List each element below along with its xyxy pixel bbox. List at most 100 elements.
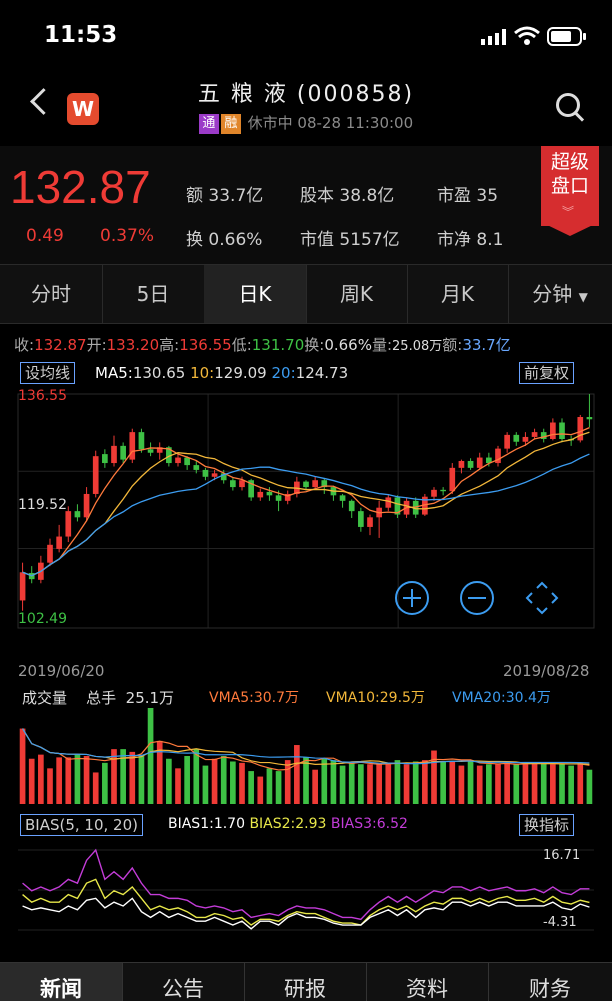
volume-bar — [294, 745, 300, 804]
volume-bar — [312, 769, 318, 804]
volume-bar — [449, 761, 456, 804]
candle — [504, 434, 510, 449]
volume-bar — [550, 764, 556, 804]
candle — [202, 469, 209, 477]
nav-finance[interactable]: 财务 — [488, 963, 612, 1001]
chart-frame — [17, 393, 595, 629]
volume-bar — [284, 760, 291, 804]
candle — [19, 572, 26, 601]
volume-bar — [348, 762, 355, 804]
volume-bar — [202, 765, 209, 804]
volume-bar — [193, 749, 200, 804]
chevron-down-icon: ︾ — [562, 205, 575, 219]
stock-subtitle: 通融 休市中 08-28 11:30:00 — [0, 112, 612, 134]
bottom-nav: 新闻 公告 研报 资料 财务 — [0, 962, 612, 1001]
end-date: 2019/08/28 — [503, 662, 590, 680]
volume-bar — [74, 754, 81, 804]
volume-bar — [486, 764, 492, 804]
volume-bar — [540, 762, 547, 804]
triangle-down-icon: ▼ — [578, 290, 588, 304]
super-line1: 超级 — [550, 151, 589, 173]
volume-bar — [321, 758, 328, 804]
volume-bar — [303, 757, 309, 804]
candle — [56, 536, 62, 549]
volume-bar — [531, 762, 538, 804]
volume-bar — [38, 754, 44, 804]
current-price: 132.87 — [10, 161, 151, 213]
volume-bar — [147, 708, 154, 804]
candlestick-chart[interactable] — [0, 384, 612, 659]
volume-bar — [102, 762, 108, 804]
candle — [83, 493, 90, 518]
zoom-in-icon[interactable] — [394, 580, 430, 620]
volume-bar — [166, 758, 172, 804]
tab-5day[interactable]: 5日 — [102, 265, 205, 323]
tab-monthly-k[interactable]: 月K — [407, 265, 509, 323]
candle — [65, 511, 72, 537]
switch-indicator-button[interactable]: 换指标 — [519, 814, 575, 836]
candle — [312, 480, 318, 488]
quote-shares: 股本 38.8亿 — [300, 186, 395, 206]
candle — [239, 480, 245, 488]
volume-bar — [111, 749, 117, 804]
volume-bar — [458, 765, 465, 804]
volume-bar — [476, 765, 483, 804]
volume-bar — [28, 758, 35, 804]
volume-bar — [129, 751, 136, 804]
volume-bar — [467, 760, 474, 804]
set-ma-button[interactable]: 设均线 — [20, 362, 76, 384]
candle — [211, 473, 218, 477]
nav-announcements[interactable]: 公告 — [122, 963, 245, 1001]
bias-button[interactable]: BIAS(5, 10, 20) — [20, 814, 143, 836]
nav-news[interactable]: 新闻 — [0, 963, 123, 1001]
volume-bar — [220, 756, 227, 804]
volume-bar — [19, 728, 26, 804]
volume-bar — [358, 764, 364, 804]
candle — [257, 491, 264, 498]
nav-profile[interactable]: 资料 — [366, 963, 489, 1001]
quote-amount: 额 33.7亿 — [186, 186, 264, 206]
candle — [230, 480, 236, 488]
candle — [586, 417, 593, 420]
volume-bar — [248, 771, 254, 804]
status-time: 11:53 — [44, 22, 118, 48]
fullscreen-icon[interactable] — [524, 580, 560, 620]
volume-bar — [211, 758, 218, 804]
vma5-label: VMA5:30.7万 — [209, 690, 300, 706]
quote-mktcap: 市值 5157亿 — [300, 230, 400, 250]
vma10-label: VMA10:29.5万 — [326, 690, 425, 706]
candle — [385, 497, 392, 508]
nav-research[interactable]: 研报 — [244, 963, 367, 1001]
candle — [531, 432, 538, 437]
volume-bar — [376, 764, 382, 804]
super-orderbook-tip — [541, 222, 599, 236]
candle — [47, 544, 53, 563]
tab-weekly-k[interactable]: 周K — [306, 265, 408, 323]
candle — [111, 445, 117, 464]
candle — [275, 495, 282, 501]
volume-bar — [230, 761, 236, 804]
volume-bar — [330, 760, 337, 804]
candle — [303, 481, 309, 488]
candle — [358, 511, 364, 527]
zoom-out-icon[interactable] — [459, 580, 495, 620]
candle — [193, 465, 200, 470]
tab-daily-k[interactable]: 日K — [204, 265, 307, 323]
axis-high-label: 136.55 — [18, 388, 67, 404]
volume-bar — [257, 776, 264, 804]
volume-bar — [431, 750, 437, 804]
volume-bar — [586, 769, 593, 804]
ma-values: MA5:130.65 10:129.09 20:124.73 — [95, 364, 349, 382]
axis-mid-label: 119.52 — [18, 497, 67, 513]
candle — [102, 454, 108, 464]
candle — [184, 457, 190, 466]
tab-intraday[interactable]: 分时 — [0, 265, 103, 323]
search-icon[interactable] — [556, 93, 580, 117]
price-change-pct: 0.37% — [100, 226, 155, 246]
quote-pb: 市净 8.1 — [437, 230, 504, 250]
stock-title: 五 粮 液 (000858) — [197, 82, 415, 107]
volume-bar — [440, 761, 446, 804]
adjust-button[interactable]: 前复权 — [519, 362, 575, 384]
tab-minute[interactable]: 分钟 ▼ — [508, 265, 612, 323]
candle — [266, 491, 273, 496]
